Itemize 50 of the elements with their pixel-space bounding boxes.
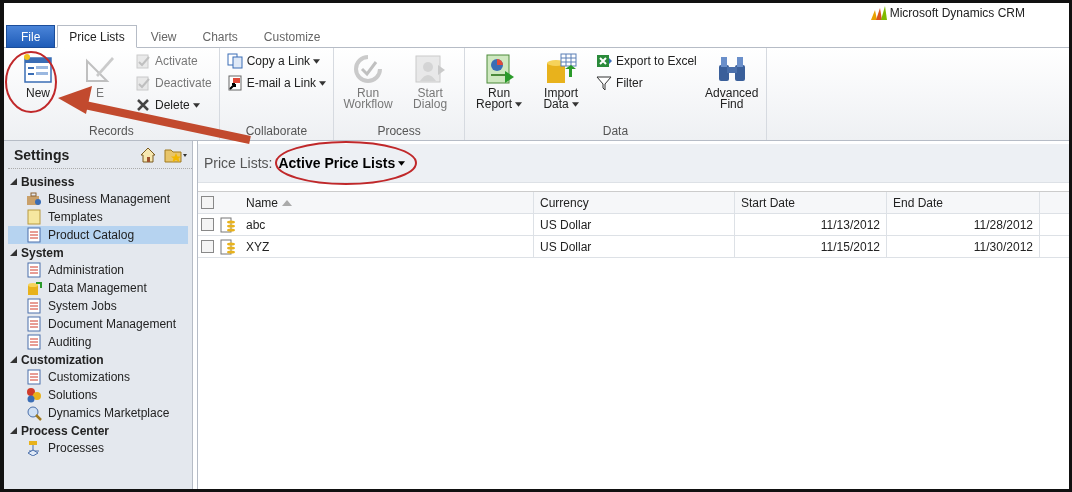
group-title: Records <box>88 124 135 140</box>
ribbon-button[interactable]: Export to Excel <box>593 51 700 71</box>
section-heading: System <box>21 245 64 260</box>
ribbon-tab[interactable]: Price Lists <box>57 25 137 48</box>
ribbon-button[interactable]: Delete <box>132 95 215 115</box>
group-title: Process <box>376 124 422 140</box>
table-cell: abc <box>246 217 266 232</box>
sidebar-item[interactable]: Customizations <box>8 368 188 386</box>
sidebar-title: Settings <box>14 147 70 163</box>
column-header[interactable]: Name <box>246 195 292 210</box>
ribbon-button[interactable]: New <box>8 51 68 124</box>
group-title: Data <box>601 124 630 140</box>
sidebar-item[interactable]: Product Catalog <box>8 226 188 244</box>
section-heading: Customization <box>21 352 104 367</box>
sidebar-item[interactable]: System Jobs <box>8 297 188 315</box>
section-heading: Business <box>21 174 75 189</box>
table-cell: 11/13/2012 <box>820 217 880 232</box>
ribbon-tab[interactable]: Charts <box>190 25 250 48</box>
ribbon-tab[interactable]: View <box>138 25 189 48</box>
ribbon-button[interactable]: Filter <box>593 73 700 93</box>
sidebar-item[interactable]: Document Management <box>8 315 188 333</box>
table-cell: 11/15/2012 <box>820 239 880 254</box>
table-cell: 11/30/2012 <box>973 239 1033 254</box>
ribbon-tab[interactable]: Customize <box>251 25 333 48</box>
sidebar-item[interactable]: Templates <box>8 208 188 226</box>
sidebar-item[interactable]: Solutions <box>8 386 188 404</box>
brand-name: Microsoft Dynamics CRM <box>889 6 1025 20</box>
sidebar-item[interactable]: Processes <box>8 439 188 457</box>
column-header[interactable]: Currency <box>540 195 589 210</box>
sidebar-item[interactable]: Business Management <box>8 190 188 208</box>
sidebar-item[interactable]: Auditing <box>8 333 188 351</box>
sidebar-item[interactable]: Data Management <box>8 279 188 297</box>
section-heading: Process Center <box>21 423 110 438</box>
table-cell: US Dollar <box>540 239 592 254</box>
ribbon-button[interactable]: E-mail a Link <box>223 73 330 93</box>
table-cell: 11/28/2012 <box>973 217 1033 232</box>
view-selector[interactable]: Active Price Lists <box>276 153 408 173</box>
table-cell: XYZ <box>246 239 270 254</box>
sidebar-item[interactable]: Administration <box>8 261 188 279</box>
ribbon-button[interactable]: Import Data <box>531 51 592 124</box>
file-menu-button[interactable]: File <box>6 25 56 48</box>
ribbon-button[interactable]: Advanced Find <box>701 51 762 124</box>
ribbon-button[interactable]: Run Report <box>469 51 530 124</box>
view-label: Price Lists: <box>204 155 273 171</box>
ribbon-button[interactable]: Copy a Link <box>223 51 330 71</box>
sidebar-item[interactable]: Dynamics Marketplace <box>8 404 188 422</box>
table-cell: US Dollar <box>540 217 592 232</box>
column-header[interactable]: End Date <box>893 195 944 210</box>
column-header[interactable]: Start Date <box>741 195 796 210</box>
group-title: Collaborate <box>244 124 309 140</box>
